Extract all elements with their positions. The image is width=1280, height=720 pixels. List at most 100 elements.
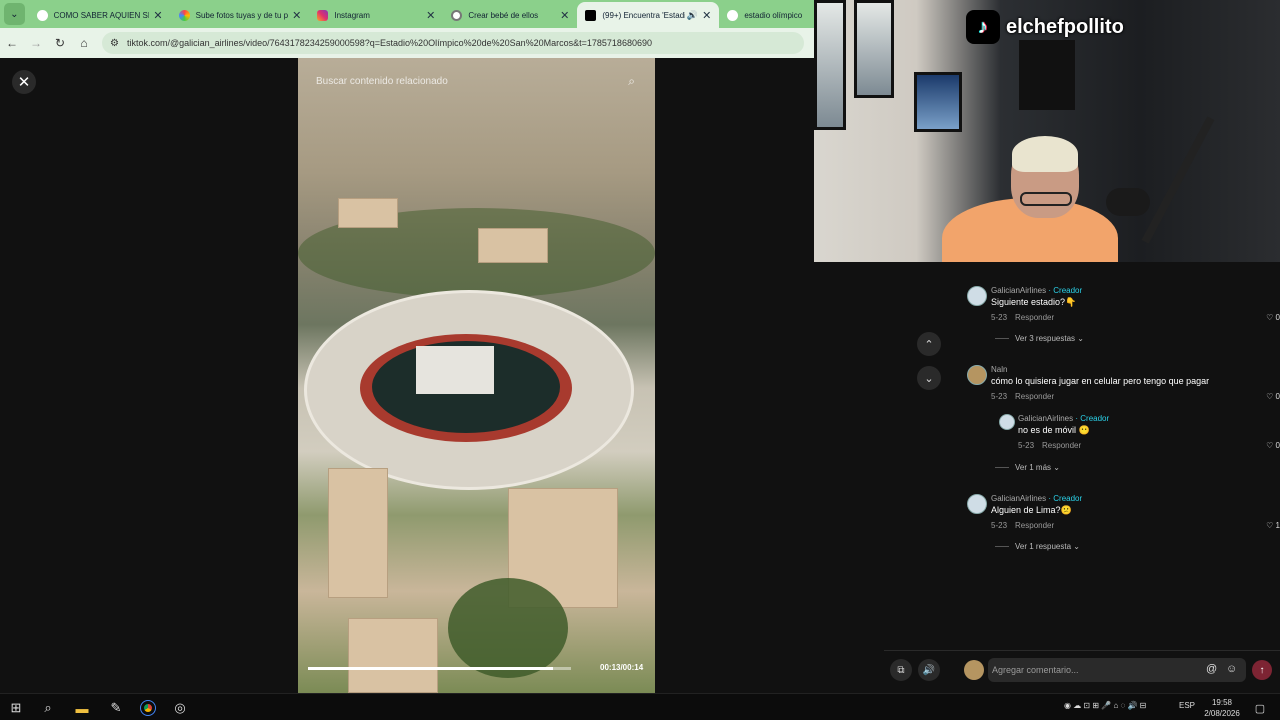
arrow-up-icon: ↑ — [1259, 664, 1265, 676]
video-timecode: 00:13/00:14 — [600, 663, 644, 672]
tiktok-logo-icon: ♪ — [966, 10, 1000, 44]
browser-tab-strip: ⌄ COMO SABER AQUIEN SE ✕ Sube fotos tuya… — [0, 0, 814, 28]
reload-icon[interactable]: ↻ — [48, 36, 72, 50]
comment-author[interactable]: GalicianAirlines · Creador — [1018, 414, 1109, 423]
reply-item: GalicianAirlines · Creador no es de móvi… — [999, 414, 1280, 454]
glasses — [1020, 192, 1072, 206]
comment-author[interactable]: GalicianAirlines · Creador — [991, 286, 1082, 295]
aerial-tree-cover — [448, 578, 568, 678]
view-replies-button[interactable]: Ver 3 respuestas ⌄ — [995, 334, 1084, 343]
like-button[interactable]: ♡ 0 — [1266, 392, 1280, 401]
url-bar[interactable]: ⚙ tiktok.com/@galician_airlines/video/76… — [102, 32, 804, 54]
aerial-building — [328, 468, 388, 598]
tray-icons[interactable]: ◉ ☁ ⊡ ⊞ 🎤 ⌂ ◌ 🔊 ⊟ — [1064, 701, 1146, 710]
close-tab-icon[interactable]: ✕ — [426, 9, 435, 22]
video-player[interactable]: Buscar contenido relacionado ⌕ 00:13/00:… — [298, 58, 655, 693]
like-button[interactable]: ♡ 1 — [1266, 521, 1280, 530]
close-video-button[interactable]: ✕ — [12, 70, 36, 94]
next-video-button[interactable]: ⌄ — [917, 366, 941, 390]
previous-video-button[interactable]: ⌃ — [917, 332, 941, 356]
avatar[interactable] — [967, 365, 987, 385]
forward-icon[interactable]: → — [24, 36, 48, 50]
close-tab-icon[interactable]: ✕ — [560, 9, 569, 22]
comment-text: Alguien de Lima?😕 — [991, 505, 1072, 515]
streamer-hair — [1012, 136, 1078, 172]
view-replies-button[interactable]: Ver 1 respuesta ⌄ — [995, 542, 1080, 551]
close-tab-icon[interactable]: ✕ — [292, 9, 301, 22]
comment-date: 5-23 — [991, 521, 1008, 530]
aerial-building — [478, 228, 548, 263]
creator-badge: · Creador — [1048, 286, 1083, 295]
tab-title: Instagram — [334, 10, 370, 20]
video-progress-fill — [308, 667, 553, 670]
comment-text: Siguiente estadio?👇 — [991, 297, 1077, 307]
speaker-icon: 🔊 — [922, 664, 936, 676]
home-icon[interactable]: ⌂ — [72, 36, 96, 50]
floating-player-button[interactable]: ⧉ — [890, 659, 912, 681]
view-more-replies-button[interactable]: Ver 1 más ⌄ — [995, 463, 1060, 472]
comment-author[interactable]: GalicianAirlines · Creador — [991, 494, 1082, 503]
comment-input[interactable]: Agregar comentario... @ ☺ — [988, 658, 1246, 682]
reply-button[interactable]: Responder — [1015, 392, 1054, 401]
tiktok-favicon-icon — [585, 9, 597, 21]
browser-tab-active[interactable]: (99+) Encuentra 'Estadi 🔊 ✕ — [577, 2, 720, 28]
like-count: 1 — [1275, 521, 1280, 530]
system-clock[interactable]: 19:58 2/08/2026 — [1200, 697, 1244, 719]
speaker-icon[interactable]: 🔊 — [687, 10, 698, 21]
tab-title: Crear bebé de ellos — [468, 10, 539, 20]
emoji-icon[interactable]: ☺ — [1226, 663, 1237, 675]
tab-search-button[interactable]: ⌄ — [4, 3, 25, 25]
search-icon[interactable]: ⌕ — [38, 698, 58, 718]
comment-meta: 5-23 Responder — [991, 392, 1054, 401]
browser-tab[interactable]: estadio olímpico — [719, 2, 814, 28]
windows-start-icon[interactable]: ⊞ — [6, 698, 26, 718]
like-button[interactable]: ♡ 0 — [1266, 441, 1280, 450]
like-count: 0 — [1275, 392, 1280, 401]
back-icon[interactable]: ← — [0, 36, 24, 50]
close-tab-icon[interactable]: ✕ — [153, 9, 162, 22]
avatar[interactable] — [967, 494, 987, 514]
creator-badge: · Creador — [1075, 414, 1110, 423]
language-indicator[interactable]: ESP — [1179, 701, 1195, 710]
site-settings-icon[interactable]: ⚙ — [110, 38, 119, 49]
reply-button[interactable]: Responder — [1015, 313, 1054, 322]
notifications-icon[interactable]: ▢ — [1250, 698, 1270, 718]
url-text: tiktok.com/@galician_airlines/video/7643… — [126, 38, 652, 48]
comment-date: 5-23 — [991, 392, 1008, 401]
jersey-display — [1019, 40, 1075, 110]
volume-button[interactable]: 🔊 — [918, 659, 940, 681]
mention-icon[interactable]: @ — [1206, 663, 1217, 675]
avatar — [964, 660, 984, 680]
comment-author[interactable]: Naln — [991, 365, 1007, 374]
comment-date: 5-23 — [1018, 441, 1035, 450]
search-icon[interactable]: ⌕ — [628, 74, 635, 89]
video-progress-bar[interactable] — [308, 667, 571, 670]
avatar[interactable] — [999, 414, 1015, 430]
browser-tab[interactable]: Crear bebé de ellos ✕ — [443, 2, 577, 28]
send-comment-button[interactable]: ↑ — [1252, 660, 1272, 680]
obs-icon[interactable]: ◎ — [170, 698, 190, 718]
browser-tab[interactable]: COMO SABER AQUIEN SE ✕ — [29, 2, 171, 28]
chrome-icon[interactable] — [138, 698, 158, 718]
reply-button[interactable]: Responder — [1042, 441, 1081, 450]
related-search-placeholder[interactable]: Buscar contenido relacionado — [316, 76, 448, 87]
floating-window-icon: ⧉ — [897, 664, 905, 676]
streamer-webcam: ♪ elchefpollito — [814, 0, 1280, 262]
browser-tab[interactable]: Instagram ✕ — [309, 2, 443, 28]
close-tab-icon[interactable]: ✕ — [702, 9, 711, 22]
chevron-down-icon: ⌄ — [1073, 542, 1080, 551]
comment-date: 5-23 — [991, 313, 1008, 322]
browser-tab[interactable]: Sube fotos tuyas y de tu p ✕ — [171, 2, 310, 28]
aerial-building — [348, 618, 438, 693]
avatar[interactable] — [967, 286, 987, 306]
tab-title: estadio olímpico — [744, 10, 803, 20]
clock-time: 19:58 — [1211, 698, 1233, 707]
file-explorer-icon[interactable]: ▬ — [72, 698, 92, 718]
comment-meta: 5-23 Responder — [991, 313, 1054, 322]
address-toolbar: ← → ↻ ⌂ ⚙ tiktok.com/@galician_airlines/… — [0, 28, 814, 58]
like-button[interactable]: ♡ 0 — [1266, 313, 1280, 322]
app-icon[interactable]: ✎ — [106, 698, 126, 718]
aerial-building — [338, 198, 398, 228]
reply-button[interactable]: Responder — [1015, 521, 1054, 530]
chevron-down-icon: ⌄ — [1053, 463, 1060, 472]
